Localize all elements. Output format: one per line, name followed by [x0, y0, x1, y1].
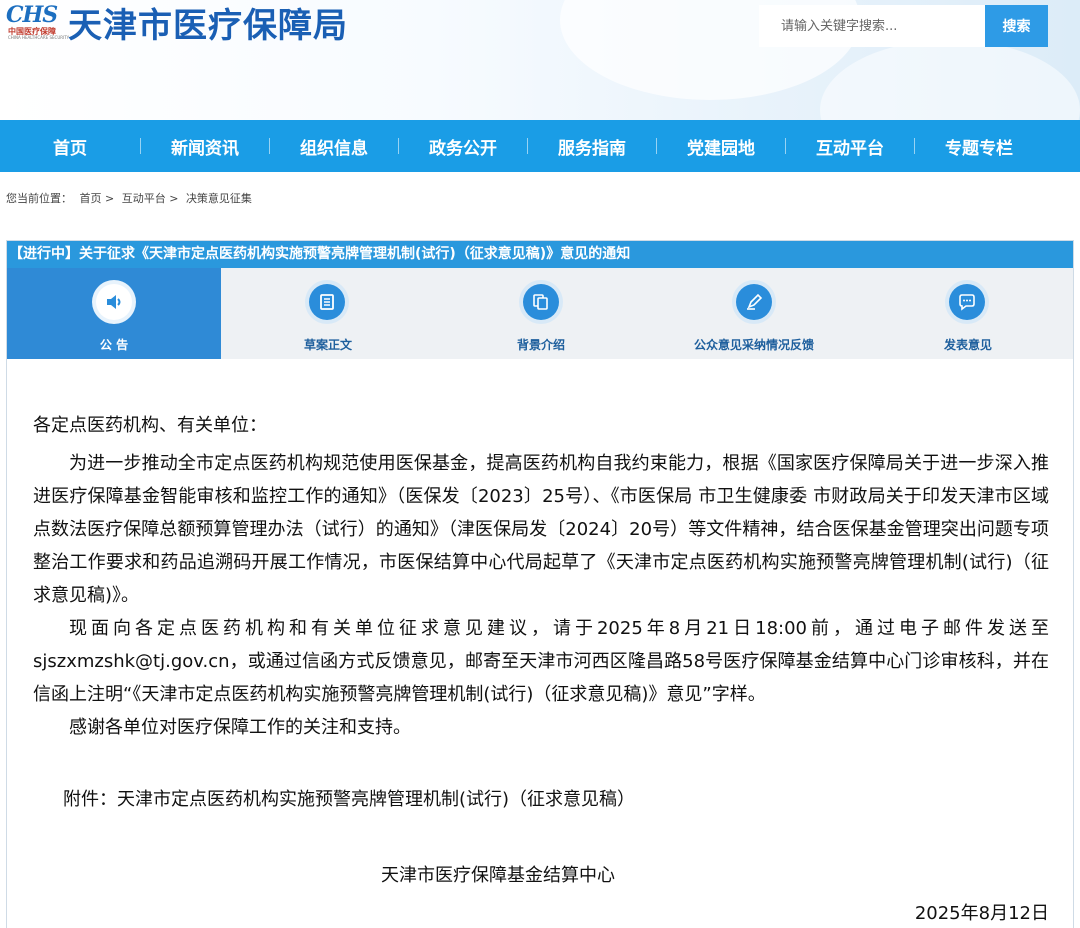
site-title: 天津市医疗保障局 [68, 6, 348, 46]
tab-background[interactable]: 背景介绍 [435, 268, 647, 359]
notice-title: 【进行中】关于征求《天津市定点医药机构实施预警亮牌管理机制(试行)（征求意见稿)… [7, 241, 1073, 268]
nav-item-interaction[interactable]: 互动平台 [786, 134, 914, 159]
paragraph-3: 感谢各单位对医疗保障工作的关注和支持。 [69, 717, 411, 738]
logo-mark: CHS [6, 2, 58, 28]
greeting: 各定点医药机构、有关单位： [33, 415, 267, 436]
nav-item-news[interactable]: 新闻资讯 [141, 134, 269, 159]
site-header: CHS 中国医疗保障 CHINA HEALTHCARE SECURITY 天津市… [0, 0, 1080, 120]
nav-item-service-guide[interactable]: 服务指南 [528, 134, 656, 159]
speaker-icon [92, 280, 136, 324]
breadcrumb-home[interactable]: 首页 > [80, 192, 115, 205]
nav-item-special-topics[interactable]: 专题专栏 [915, 134, 1043, 159]
nav-item-home[interactable]: 首页 [0, 134, 140, 159]
signer: 天津市医疗保障基金结算中心 [381, 865, 615, 886]
chat-icon [945, 280, 989, 324]
breadcrumb-label: 您当前位置： [6, 192, 72, 205]
copy-icon [519, 280, 563, 324]
tab-feedback[interactable]: 公众意见采纳情况反馈 [647, 268, 861, 359]
tab-label: 公众意见采纳情况反馈 [693, 338, 814, 352]
nav-item-government-affairs[interactable]: 政务公开 [399, 134, 527, 159]
paragraph-1: 为进一步推动全市定点医药机构规范使用医保基金，提高医药机构自我约束能力，根据《国… [33, 453, 1049, 606]
pen-icon [732, 280, 776, 324]
nav-item-party-building[interactable]: 党建园地 [657, 134, 785, 159]
tab-label: 发表意见 [943, 338, 992, 352]
notice-tabs: 公 告 草案正文 背景介绍 公众意见采纳情况反馈 发表意见 [7, 268, 1073, 359]
notice-panel: 【进行中】关于征求《天津市定点医药机构实施预警亮牌管理机制(试行)（征求意见稿)… [6, 240, 1074, 928]
main-nav: 首页 新闻资讯 组织信息 政务公开 服务指南 党建园地 互动平台 专题专栏 [0, 120, 1080, 172]
tab-label: 背景介绍 [516, 338, 565, 352]
search-button[interactable]: 搜索 [985, 5, 1048, 47]
search-input[interactable] [759, 5, 985, 47]
publish-date: 2025年8月12日 [914, 903, 1049, 924]
breadcrumb-interaction[interactable]: 互动平台 > [122, 192, 179, 205]
tab-announcement[interactable]: 公 告 [7, 268, 221, 359]
breadcrumb: 您当前位置： 首页 > 互动平台 > 决策意见征集 [6, 190, 256, 206]
tab-label: 草案正文 [303, 338, 352, 352]
document-icon [305, 280, 349, 324]
breadcrumb-current[interactable]: 决策意见征集 [186, 192, 252, 205]
tab-draft-text[interactable]: 草案正文 [221, 268, 435, 359]
paragraph-2: 现面向各定点医药机构和有关单位征求意见建议，请于2025年8月21日18:00前… [33, 618, 1049, 705]
tab-label: 公 告 [99, 338, 129, 352]
tab-submit-comment[interactable]: 发表意见 [861, 268, 1075, 359]
logo-subtitle-en: CHINA HEALTHCARE SECURITY [8, 35, 70, 40]
nav-item-organization[interactable]: 组织信息 [270, 134, 398, 159]
attachment-link[interactable]: 附件：天津市定点医药机构实施预警亮牌管理机制(试行)（征求意见稿） [63, 783, 635, 816]
header-decoration [820, 40, 1080, 120]
site-logo[interactable]: CHS 中国医疗保障 CHINA HEALTHCARE SECURITY [6, 2, 70, 40]
